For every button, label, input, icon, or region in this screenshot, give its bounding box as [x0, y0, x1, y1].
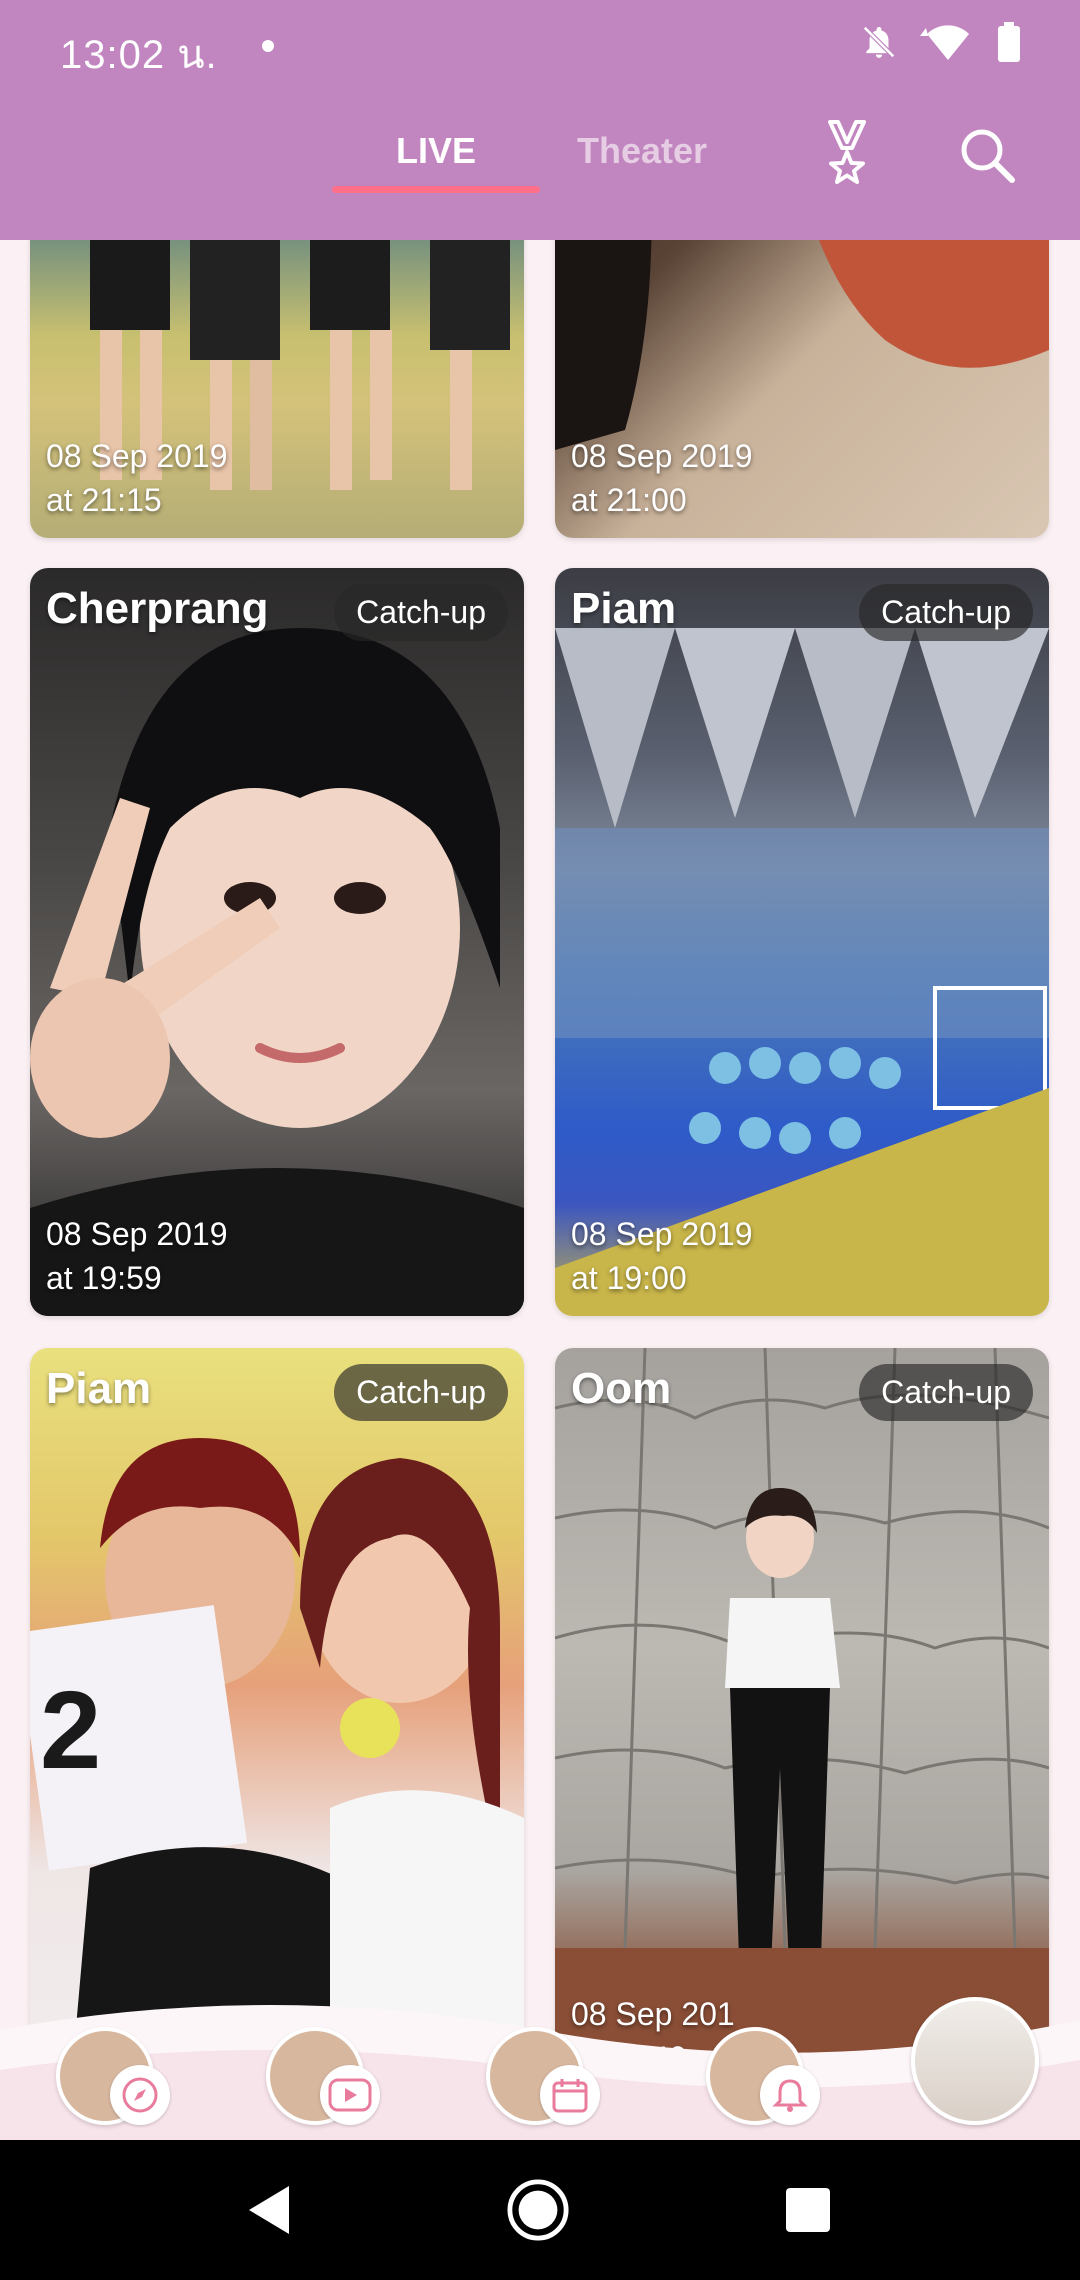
card-time: at 21:15: [46, 482, 162, 518]
card-thumbnail: [30, 568, 524, 1316]
card-thumbnail: [555, 568, 1049, 1316]
active-tab-indicator: [332, 186, 540, 193]
home-icon[interactable]: [506, 2178, 570, 2242]
bottom-nav-bell[interactable]: [690, 1995, 820, 2125]
live-card[interactable]: 08 Sep 2019 at 21:15: [30, 240, 524, 538]
status-bar: 13:02 น.: [0, 0, 1080, 96]
card-datetime: 08 Sep 2019 at 21:00: [571, 434, 753, 522]
system-nav-bar: [0, 2140, 1080, 2280]
card-date: 08 Sep 2019: [46, 1216, 228, 1252]
card-member-name: Piam: [571, 584, 677, 633]
bottom-nav-calendar[interactable]: [470, 1995, 600, 2125]
tab-bar: LIVE Theater: [0, 110, 1080, 206]
battery-icon: [998, 22, 1020, 67]
catch-up-badge: Catch-up: [859, 1364, 1033, 1421]
card-datetime: 08 Sep 2019 at 21:15: [46, 434, 228, 522]
status-icons: [860, 22, 1020, 67]
live-card[interactable]: Cherprang Catch-up 08 Sep 2019 at 19:59: [30, 568, 524, 1316]
card-thumbnail: [555, 1348, 1049, 2096]
bottom-nav-group[interactable]: [905, 1995, 1045, 2125]
catch-up-badge: Catch-up: [334, 1364, 508, 1421]
recents-icon[interactable]: [776, 2178, 840, 2242]
award-icon[interactable]: [812, 120, 882, 190]
search-icon[interactable]: [952, 120, 1022, 190]
back-icon[interactable]: [236, 2178, 300, 2242]
card-datetime: 08 Sep 2019 at 19:00: [571, 1212, 753, 1300]
catch-up-badge: Catch-up: [334, 584, 508, 641]
card-thumbnail: 2: [30, 1348, 524, 2096]
card-date: 08 Sep 2019: [571, 438, 753, 474]
card-member-name: Cherprang: [46, 584, 269, 633]
bottom-nav-compass[interactable]: [40, 1995, 170, 2125]
card-member-name: Piam: [46, 1364, 152, 1413]
live-card[interactable]: 2 Piam Catch-up: [30, 1348, 524, 2096]
card-date: 08 Sep 2019: [571, 1216, 753, 1252]
live-card[interactable]: Piam Catch-up 08 Sep 2019 at 19:00: [555, 568, 1049, 1316]
notifications-off-icon: [860, 23, 898, 66]
card-date: 08 Sep 2019: [46, 438, 228, 474]
card-time: at 19:59: [46, 1260, 162, 1296]
bell-icon: [760, 2065, 820, 2125]
tab-theater[interactable]: Theater: [577, 130, 707, 172]
play-icon: [320, 2065, 380, 2125]
status-time: 13:02 น.: [60, 33, 218, 77]
notification-dot: [262, 40, 274, 52]
live-feed: 08 Sep 2019 at 21:15 08 Sep 2019 at 21:0…: [0, 240, 1080, 2140]
live-card[interactable]: 08 Sep 2019 at 21:00: [555, 240, 1049, 538]
card-datetime: 08 Sep 2019 at 19:59: [46, 1212, 228, 1300]
tab-live[interactable]: LIVE: [396, 130, 476, 172]
wifi-icon: [920, 22, 976, 67]
catch-up-badge: Catch-up: [859, 584, 1033, 641]
card-member-name: Oom: [571, 1364, 672, 1413]
app-header: 13:02 น. LIVE Theater: [0, 0, 1080, 240]
svg-text:2: 2: [40, 1669, 101, 1792]
card-time: at 19:00: [571, 1260, 687, 1296]
bottom-nav-play[interactable]: [250, 1995, 380, 2125]
card-time: at 21:00: [571, 482, 687, 518]
calendar-icon: [540, 2065, 600, 2125]
group-icon: [911, 1997, 1039, 2125]
compass-icon: [110, 2065, 170, 2125]
live-card[interactable]: Oom Catch-up 08 Sep 201 at 18:40: [555, 1348, 1049, 2096]
